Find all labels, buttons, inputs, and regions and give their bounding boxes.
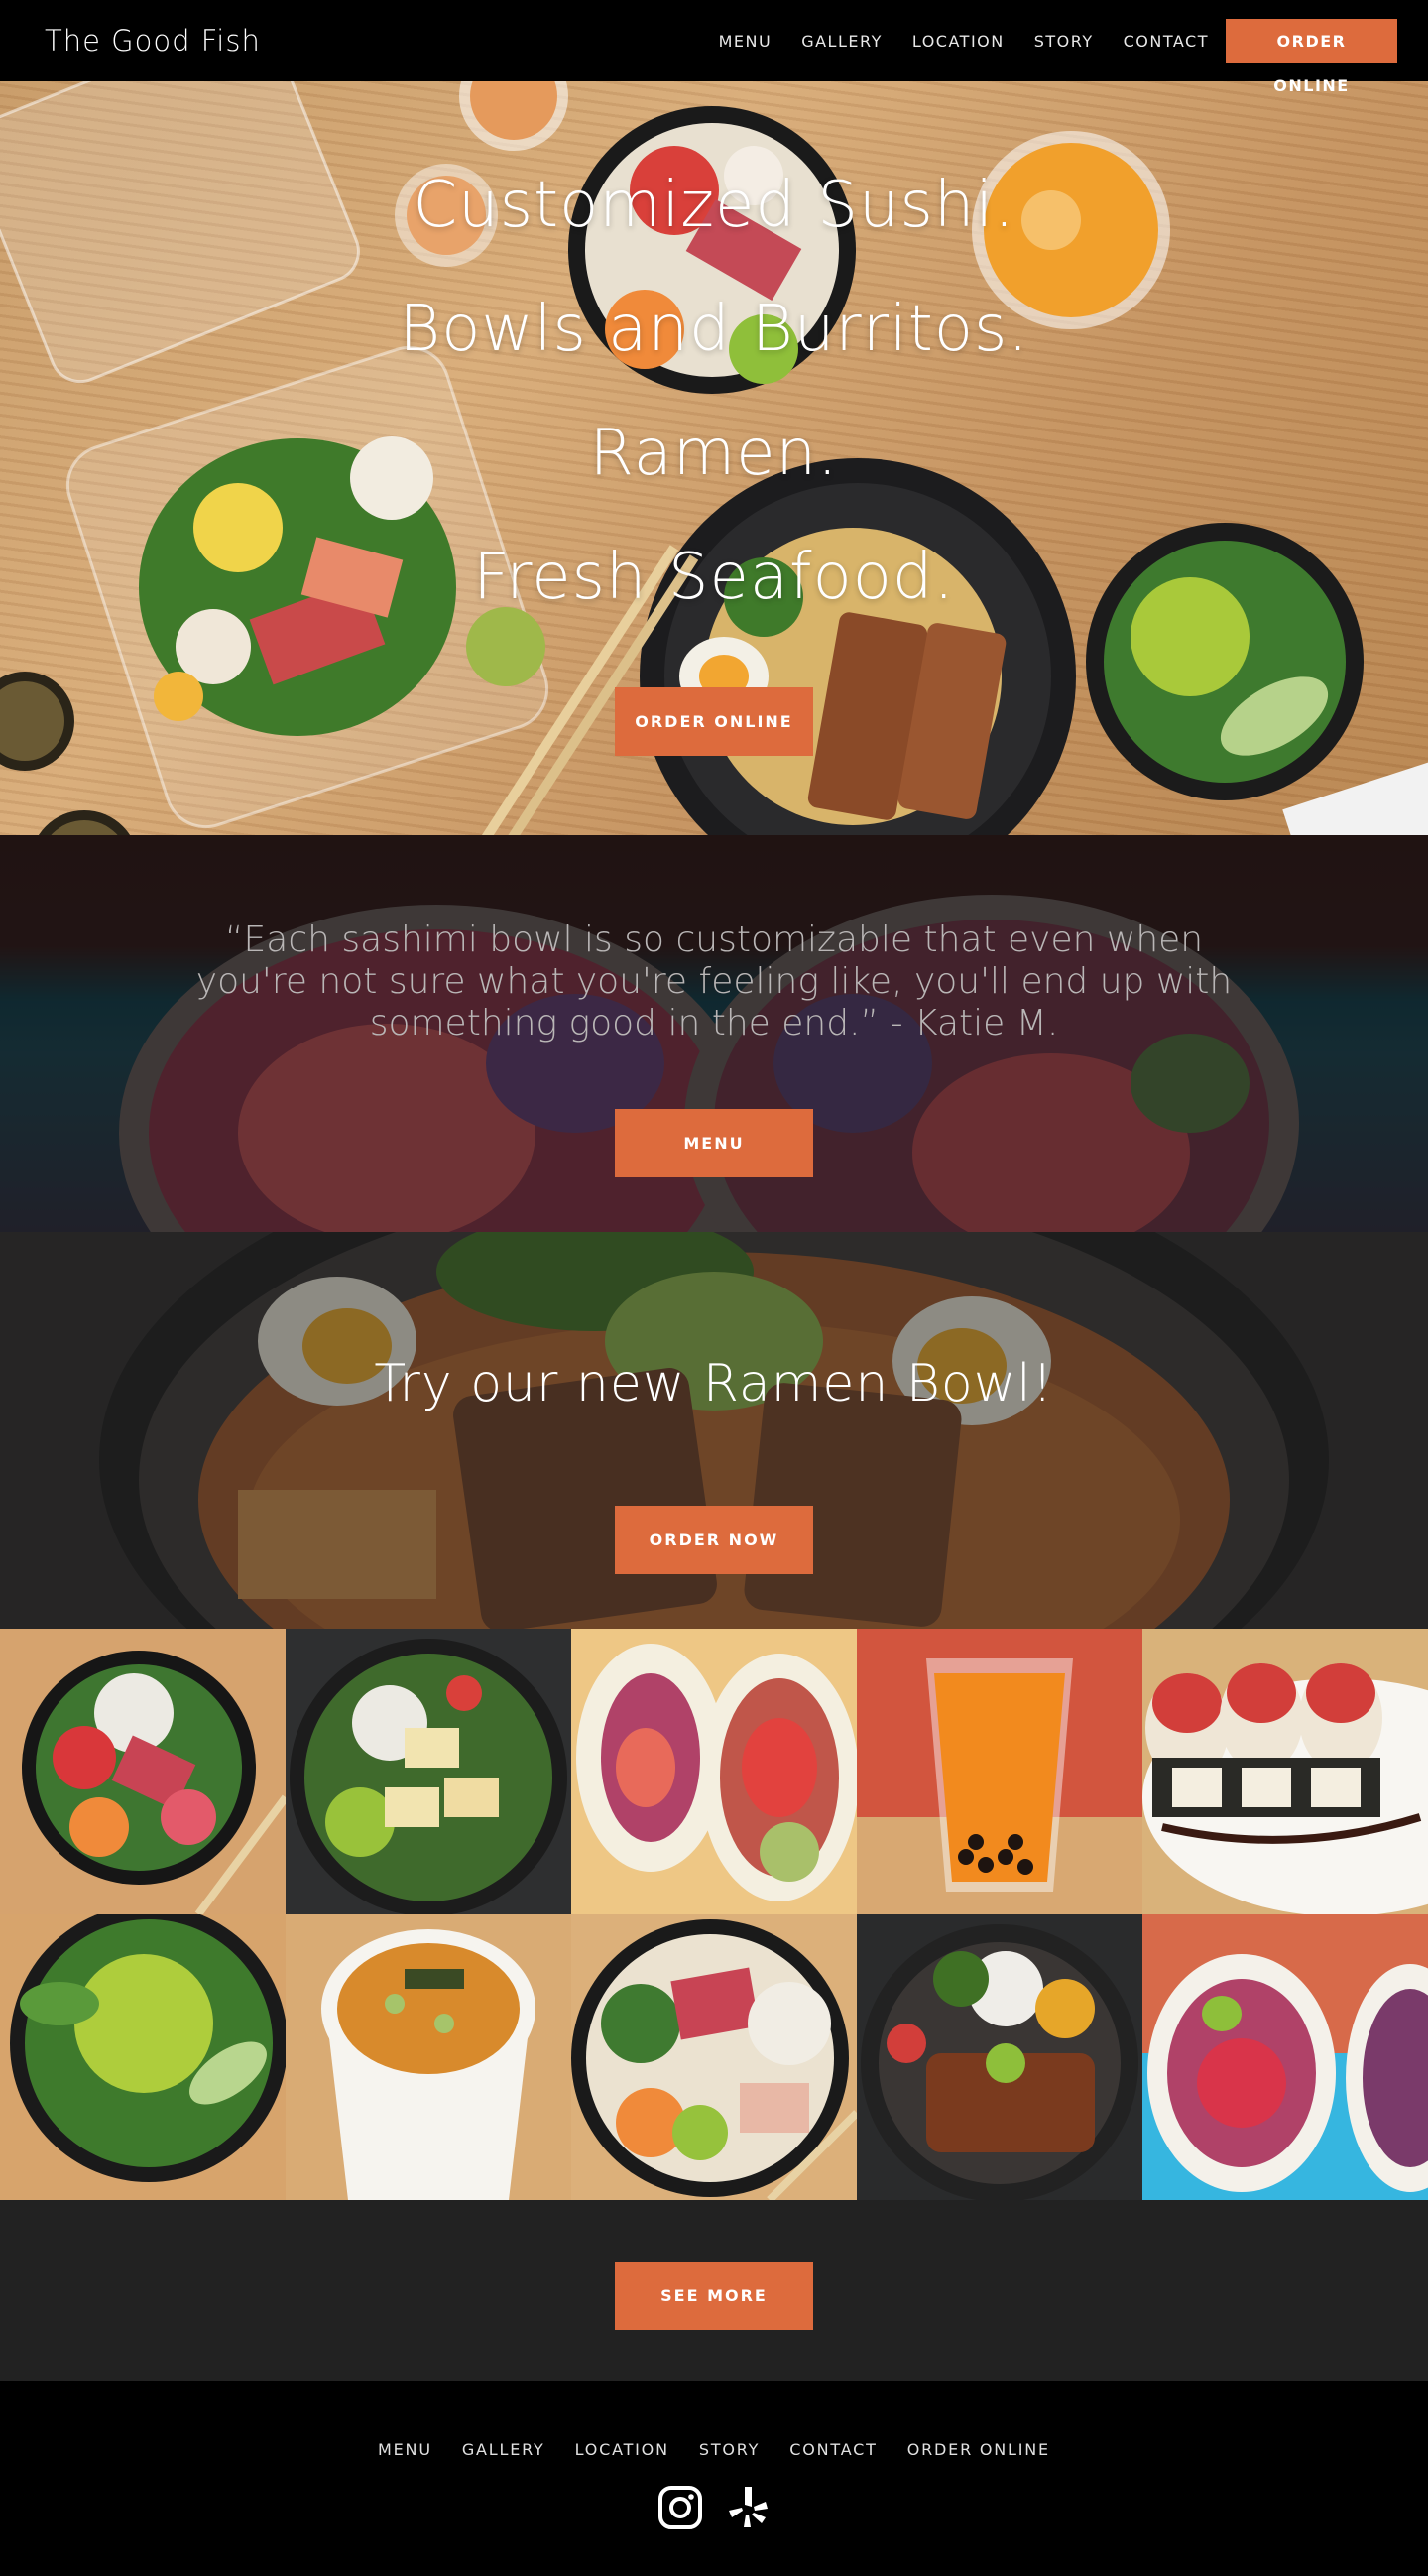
gallery-tile-sashimi-bowl[interactable] xyxy=(0,1629,286,1914)
menu-button[interactable]: MENU xyxy=(615,1109,813,1177)
tofu-salad-image xyxy=(286,1629,571,1914)
food-gallery xyxy=(0,1629,1428,2200)
gallery-tile-thai-iced-tea[interactable] xyxy=(857,1629,1142,1914)
footer-nav-menu[interactable]: MENU xyxy=(378,2440,432,2459)
footer-nav-story[interactable]: STORY xyxy=(699,2440,760,2459)
gallery-tile-edamame-salad[interactable] xyxy=(0,1914,286,2200)
nav-location[interactable]: LOCATION xyxy=(912,32,1005,51)
gallery-tile-miso-soup[interactable] xyxy=(286,1914,571,2200)
sushi-burrito-image xyxy=(571,1629,857,1914)
main-nav: MENU GALLERY LOCATION STORY CONTACT ORDE… xyxy=(689,18,1397,95)
gallery-tile-poke-bowl[interactable] xyxy=(571,1914,857,2200)
site-logo[interactable]: The Good Fish xyxy=(45,24,261,58)
site-footer: MENU GALLERY LOCATION STORY CONTACT ORDE… xyxy=(0,2381,1428,2576)
poke-bowl-image xyxy=(571,1914,857,2200)
spicy-tuna-roll-image xyxy=(1142,1629,1428,1914)
testimonial-section: “Each sashimi bowl is so customizable th… xyxy=(0,835,1428,1232)
nav-contact[interactable]: CONTACT xyxy=(1124,32,1209,51)
ramen-title: Try our new Ramen Bowl! xyxy=(374,1354,1054,1413)
order-now-button[interactable]: ORDER NOW xyxy=(615,1506,813,1574)
site-header: The Good Fish MENU GALLERY LOCATION STOR… xyxy=(0,0,1428,95)
footer-nav: MENU GALLERY LOCATION STORY CONTACT ORDE… xyxy=(0,2440,1428,2459)
hero-line-ramen: Ramen. xyxy=(589,417,839,490)
footer-nav-contact[interactable]: CONTACT xyxy=(789,2440,877,2459)
hero-section: Customized Sushi. Bowls and Burritos. Ra… xyxy=(0,81,1428,835)
gallery-tile-teriyaki-ramen[interactable] xyxy=(857,1914,1142,2200)
hero-order-online-button[interactable]: ORDER ONLINE xyxy=(615,687,813,756)
testimonial-quote: “Each sashimi bowl is so customizable th… xyxy=(195,920,1233,1043)
yelp-icon[interactable] xyxy=(726,2485,772,2530)
sushi-burrito-blue-image xyxy=(1142,1914,1428,2200)
ramen-promo-section: Try our new Ramen Bowl! ORDER NOW xyxy=(0,1232,1428,1629)
hero-line-bowls: Bowls and Burritos. xyxy=(399,293,1029,366)
hero-line-sushi: Customized Sushi. xyxy=(413,169,1015,242)
footer-nav-order-online[interactable]: ORDER ONLINE xyxy=(907,2440,1050,2459)
gallery-tile-sushi-burrito[interactable] xyxy=(571,1629,857,1914)
nav-menu[interactable]: MENU xyxy=(719,32,773,51)
edamame-salad-image xyxy=(0,1914,286,2200)
thai-iced-tea-image xyxy=(857,1629,1142,1914)
instagram-icon[interactable] xyxy=(657,2485,703,2530)
hero-line-seafood: Fresh Seafood. xyxy=(473,541,955,614)
teriyaki-bowl-image xyxy=(857,1914,1142,2200)
gallery-tile-tofu-salad[interactable] xyxy=(286,1629,571,1914)
see-more-button[interactable]: SEE MORE xyxy=(615,2262,813,2330)
see-more-section: SEE MORE xyxy=(0,2200,1428,2381)
nav-gallery[interactable]: GALLERY xyxy=(801,32,883,51)
gallery-tile-spicy-tuna-roll[interactable] xyxy=(1142,1629,1428,1914)
footer-nav-gallery[interactable]: GALLERY xyxy=(462,2440,545,2459)
miso-soup-image xyxy=(286,1914,571,2200)
order-online-button[interactable]: ORDER ONLINE xyxy=(1226,18,1397,95)
gallery-tile-sushi-burrito-blue[interactable] xyxy=(1142,1914,1428,2200)
sashimi-bowl-image xyxy=(0,1629,286,1914)
nav-story[interactable]: STORY xyxy=(1034,32,1094,51)
footer-nav-location[interactable]: LOCATION xyxy=(575,2440,669,2459)
